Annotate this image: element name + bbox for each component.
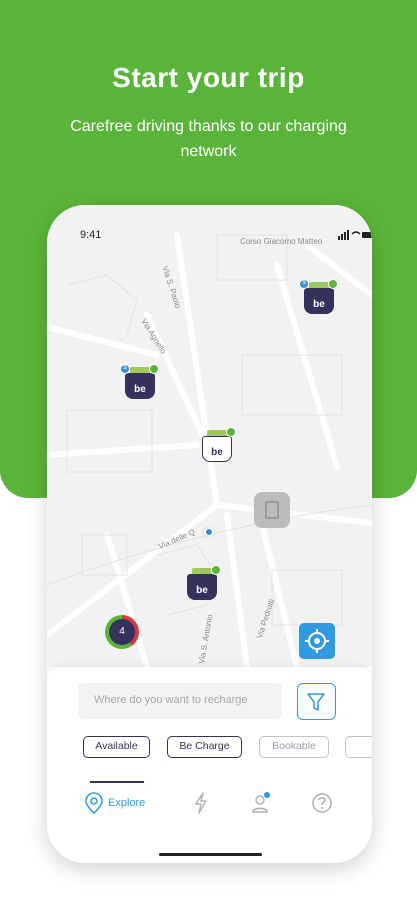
- charging-station-pin[interactable]: be: [202, 427, 236, 464]
- hero-title: Start your trip: [112, 62, 305, 93]
- filter-chip-more[interactable]: [345, 736, 372, 758]
- station-cluster[interactable]: 4: [105, 615, 139, 649]
- filter-chip-bookable[interactable]: Bookable: [259, 736, 329, 758]
- nav-item-profile[interactable]: [250, 791, 272, 815]
- filter-chip-available[interactable]: Available: [83, 736, 150, 758]
- bottom-sheet: Where do you want to recharge Available …: [47, 667, 372, 863]
- active-tab-indicator: [90, 781, 144, 783]
- user-location-dot: [204, 527, 214, 537]
- explore-pin-icon: [85, 792, 103, 814]
- crosshair-icon: [305, 629, 329, 653]
- station-icon: [265, 501, 279, 519]
- pin-label: be: [313, 299, 325, 310]
- pin-label: be: [211, 447, 223, 458]
- status-time: 9:41: [80, 229, 102, 241]
- hero-subtitle: Carefree driving thanks to our charging …: [70, 118, 347, 160]
- map-view[interactable]: 9:41 Corso Giacomo Matteo Via S. Paolo V…: [47, 205, 372, 667]
- street-label: Corso Giacomo Matteo: [240, 237, 323, 246]
- charging-station-pin[interactable]: be $: [299, 279, 338, 316]
- phone-frame: 9:41 Corso Giacomo Matteo Via S. Paolo V…: [47, 205, 372, 863]
- availability-dot: [226, 427, 236, 437]
- price-badge-icon: $: [299, 279, 309, 289]
- nav-item-charge[interactable]: [192, 791, 212, 815]
- charging-station-pin[interactable]: be: [187, 565, 221, 602]
- search-input[interactable]: Where do you want to recharge: [78, 683, 282, 719]
- pin-label: be: [196, 585, 208, 596]
- filter-chip-be-charge[interactable]: Be Charge: [167, 736, 242, 758]
- nav-label-explore[interactable]: Explore: [108, 797, 145, 809]
- availability-dot: [328, 279, 338, 289]
- status-bar: 9:41: [47, 205, 372, 245]
- nav-item-explore[interactable]: [84, 791, 106, 815]
- locate-me-button[interactable]: [299, 623, 335, 659]
- charge-bolt-icon: [195, 792, 207, 814]
- availability-dot: [149, 364, 159, 374]
- unavailable-station-pin[interactable]: [254, 492, 290, 528]
- pin-label: be: [134, 384, 146, 395]
- help-icon: [312, 793, 332, 813]
- cluster-count: 4: [109, 619, 135, 645]
- price-badge-icon: $: [120, 364, 130, 374]
- nav-item-help[interactable]: [311, 791, 333, 815]
- filter-button[interactable]: [297, 683, 336, 720]
- funnel-icon: [307, 693, 325, 711]
- profile-icon: [252, 792, 270, 813]
- home-indicator: [159, 853, 262, 856]
- charging-station-pin[interactable]: be $: [120, 364, 159, 401]
- availability-dot: [211, 565, 221, 575]
